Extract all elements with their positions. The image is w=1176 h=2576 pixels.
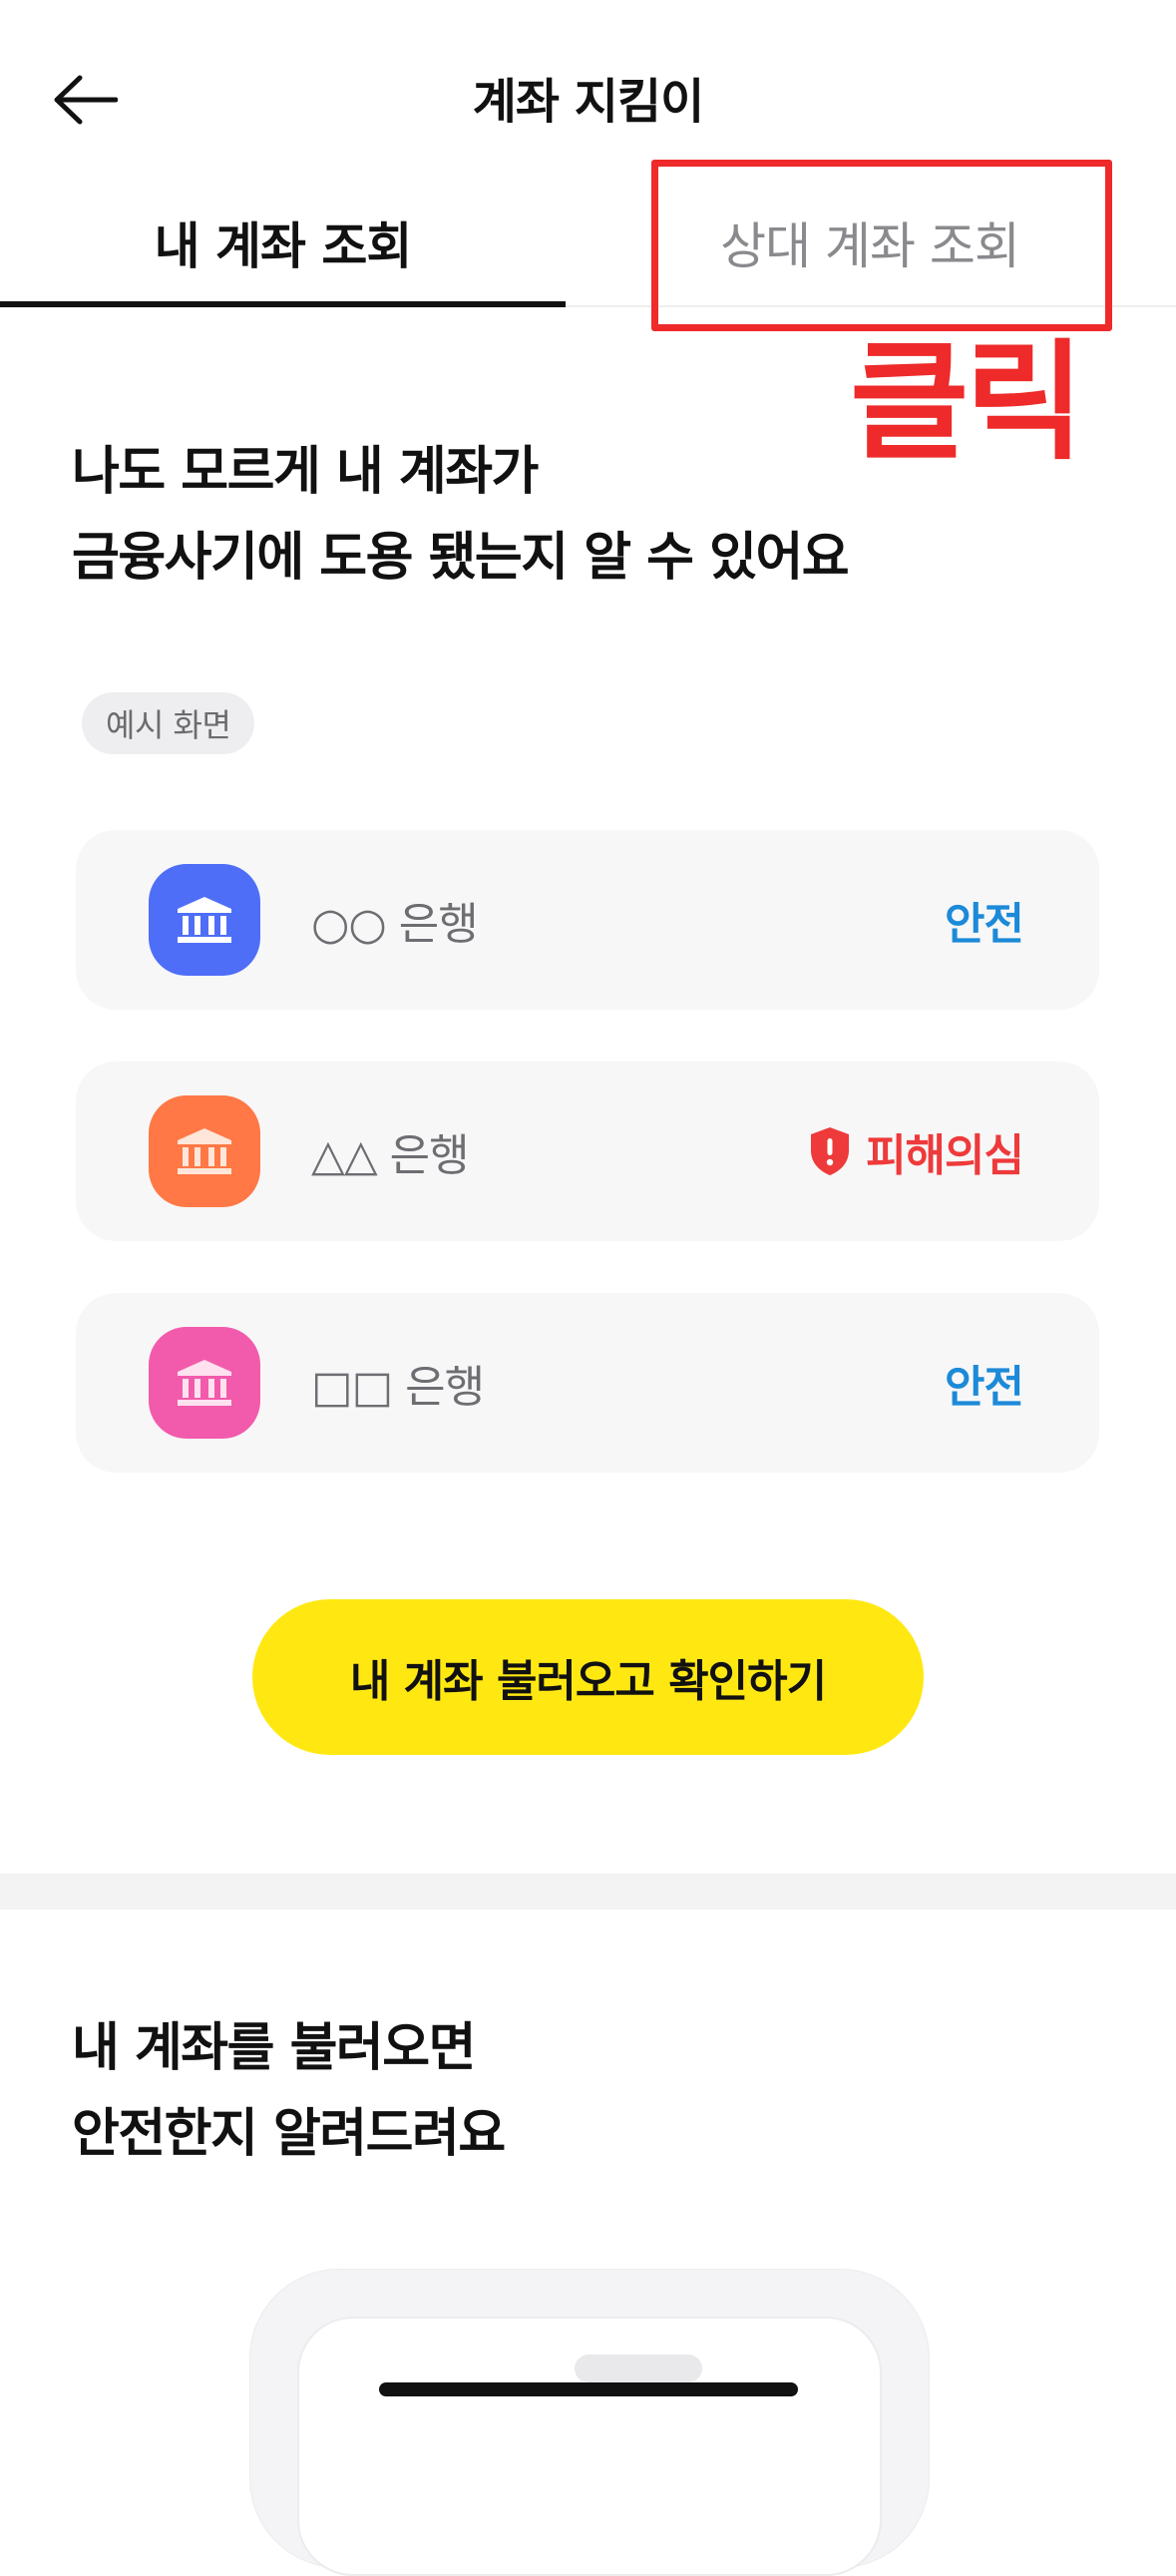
load-my-accounts-button[interactable]: 내 계좌 불러오고 확인하기 [252,1599,924,1755]
hero-line-2: 금융사기에 도용 됐는지 알 수 있어요 [72,528,850,588]
bank-name: □□ 은행 [311,1362,485,1413]
bank-name: ○○ 은행 [311,899,479,950]
bank-status: 피해의심 [808,1062,1024,1241]
bank-status-label: 피해의심 [866,1130,1024,1181]
phone-illustration [249,2269,930,2576]
tab-my-account[interactable]: 내 계좌 조회 [0,180,566,307]
bank-card: ○○ 은행 안전 [76,830,1099,1010]
bank-name: △△ 은행 [311,1130,470,1181]
bank-icon [149,864,260,976]
section-divider [0,1874,1176,1910]
section-line-1: 내 계좌를 불러오면 [72,2018,476,2078]
shield-alert-icon [808,1125,852,1177]
bank-card: △△ 은행 피해의심 [76,1062,1099,1241]
phone-notch [575,2355,702,2382]
bank-card: □□ 은행 안전 [76,1293,1099,1473]
page-title: 계좌 지킴이 [472,74,705,130]
hero-heading: 나도 모르게 내 계좌가 금융사기에 도용 됐는지 알 수 있어요 [72,429,970,601]
bank-status: 안전 [945,1362,1024,1413]
hero-line-1: 나도 모르게 내 계좌가 [72,442,539,502]
phone-screen [297,2317,882,2576]
bank-status: 안전 [945,899,1024,950]
tab-bar: 내 계좌 조회 상대 계좌 조회 [0,180,1176,307]
bank-icon [149,1095,260,1207]
section-line-2: 안전한지 알려드려요 [72,2104,506,2164]
home-indicator[interactable] [379,2382,798,2396]
app-header: 계좌 지킴이 [0,0,1176,200]
bank-icon [149,1327,260,1439]
tab-other-account[interactable]: 상대 계좌 조회 [610,180,1129,305]
example-screen-chip: 예시 화면 [82,692,255,754]
section-heading: 내 계좌를 불러오면 안전한지 알려드려요 [72,2005,970,2177]
